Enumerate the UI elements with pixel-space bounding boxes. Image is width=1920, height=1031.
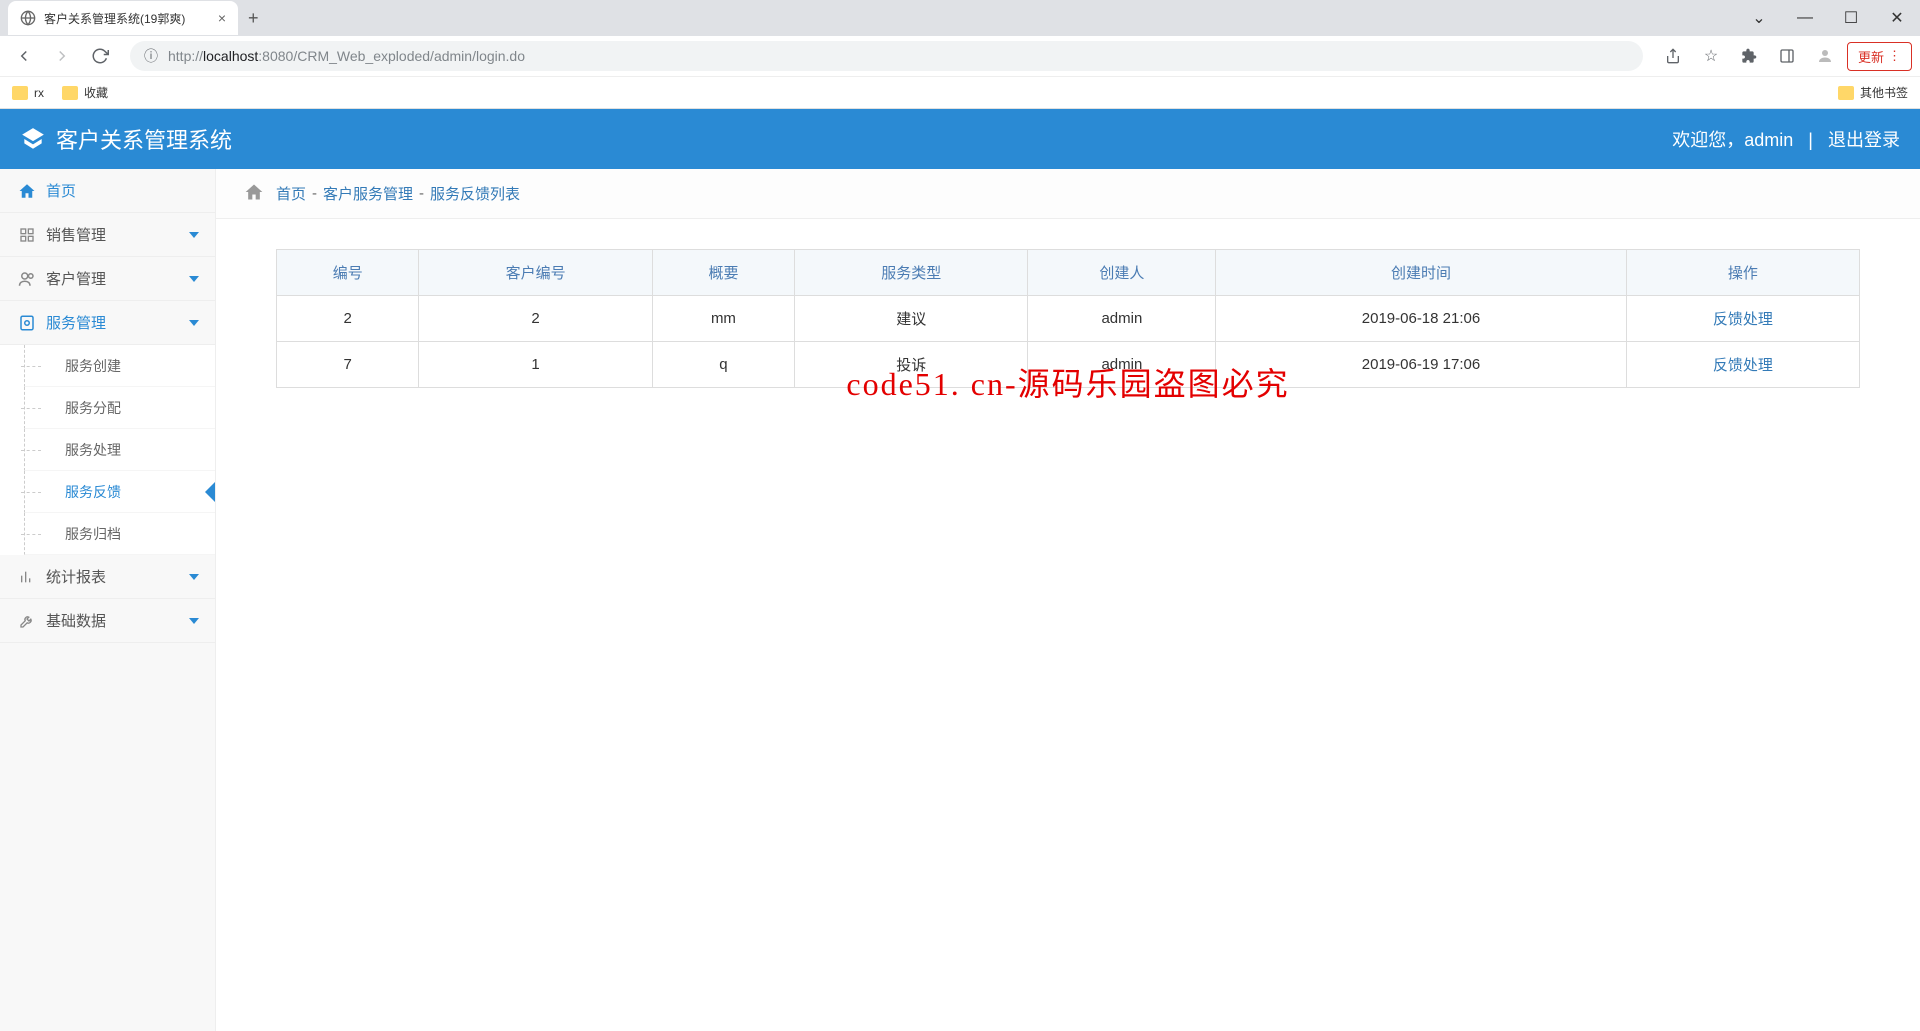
browser-chrome: 客户关系管理系统(19郭爽) × + ⌄ — ☐ ✕ ⓘ http://loca… [0,0,1920,109]
sub-item-create[interactable]: 服务创建 [24,345,215,387]
maximize-button[interactable]: ☐ [1828,0,1874,36]
service-submenu: 服务创建 服务分配 服务处理 服务反馈 服务归档 [0,345,215,555]
extensions-icon[interactable] [1733,40,1765,72]
share-icon[interactable] [1657,40,1689,72]
bookmark-favorites[interactable]: 收藏 [62,84,108,101]
url-bar[interactable]: ⓘ http://localhost:8080/CRM_Web_exploded… [130,41,1643,71]
cell-action: 反馈处理 [1626,342,1859,388]
table-header-row: 编号 客户编号 概要 服务类型 创建人 创建时间 操作 [277,250,1860,296]
username: admin [1744,130,1793,150]
sub-item-process[interactable]: 服务处理 [24,429,215,471]
chevron-down-icon [189,232,199,238]
chevron-down-icon [189,574,199,580]
sidebar-item-basic[interactable]: 基础数据 [0,599,215,643]
breadcrumb-page[interactable]: 服务反馈列表 [430,183,520,204]
reload-button[interactable] [84,40,116,72]
th-action: 操作 [1626,250,1859,296]
tools-icon [16,613,38,629]
minimize-button[interactable]: — [1782,0,1828,36]
cell-creator: admin [1028,296,1216,342]
browser-tab[interactable]: 客户关系管理系统(19郭爽) × [8,1,238,35]
sub-item-assign[interactable]: 服务分配 [24,387,215,429]
sidebar: 首页 销售管理 客户管理 服务管理 服务创建 服务分配 服务处理 服务反馈 服务… [0,169,216,1031]
feedback-action-link[interactable]: 反馈处理 [1713,357,1773,374]
chevron-down-icon [189,276,199,282]
breadcrumb-home[interactable]: 首页 [276,183,306,204]
sub-item-archive[interactable]: 服务归档 [24,513,215,555]
chevron-down-icon [189,320,199,326]
logo-icon [20,126,46,152]
sidebar-item-stats[interactable]: 统计报表 [0,555,215,599]
nav-bar: ⓘ http://localhost:8080/CRM_Web_exploded… [0,36,1920,76]
sub-item-feedback[interactable]: 服务反馈 [24,471,215,513]
star-icon[interactable]: ☆ [1695,40,1727,72]
app-logo: 客户关系管理系统 [20,123,232,155]
table-row: 22mm建议admin2019-06-18 21:06反馈处理 [277,296,1860,342]
close-window-button[interactable]: ✕ [1874,0,1920,36]
other-bookmarks[interactable]: 其他书签 [1838,84,1908,101]
profile-icon[interactable] [1809,40,1841,72]
update-button[interactable]: 更新⋮ [1847,42,1912,71]
breadcrumb: 首页 - 客户服务管理 - 服务反馈列表 [216,169,1920,219]
logout-link[interactable]: 退出登录 [1828,130,1900,150]
th-id: 编号 [277,250,419,296]
cell-customer_id: 2 [419,296,652,342]
feedback-action-link[interactable]: 反馈处理 [1713,311,1773,328]
watermark-text: code51. cn-源码乐园盗图必究 [846,359,1289,405]
content-area: 首页 - 客户服务管理 - 服务反馈列表 编号 客户编号 概要 服务类型 创建人… [216,169,1920,1031]
sidebar-item-customer[interactable]: 客户管理 [0,257,215,301]
chart-icon [16,569,38,585]
sidebar-item-home[interactable]: 首页 [0,169,215,213]
dropdown-icon[interactable]: ⌄ [1736,0,1782,36]
home-icon [16,182,38,200]
home-icon [244,182,264,206]
url-text: http://localhost:8080/CRM_Web_exploded/a… [168,48,525,64]
cell-customer_id: 1 [419,342,652,388]
th-summary: 概要 [652,250,794,296]
sidebar-item-sales[interactable]: 销售管理 [0,213,215,257]
grid-icon [16,227,38,243]
cell-type: 建议 [795,296,1028,342]
users-icon [16,270,38,288]
header-right: 欢迎您，admin | 退出登录 [1672,126,1900,152]
bookmark-rx[interactable]: rx [12,86,44,100]
cell-summary: mm [652,296,794,342]
tab-close-icon[interactable]: × [218,10,226,26]
cell-created_at: 2019-06-18 21:06 [1216,296,1626,342]
cell-id: 2 [277,296,419,342]
info-icon: ⓘ [144,46,158,66]
globe-icon [20,10,36,26]
th-creator: 创建人 [1028,250,1216,296]
back-button[interactable] [8,40,40,72]
cell-id: 7 [277,342,419,388]
breadcrumb-section[interactable]: 客户服务管理 [323,183,413,204]
tab-bar: 客户关系管理系统(19郭爽) × + ⌄ — ☐ ✕ [0,0,1920,36]
forward-button[interactable] [46,40,78,72]
th-type: 服务类型 [795,250,1028,296]
new-tab-button[interactable]: + [248,8,259,29]
chevron-down-icon [189,618,199,624]
cell-action: 反馈处理 [1626,296,1859,342]
bookmark-bar: rx 收藏 其他书签 [0,76,1920,108]
panel-icon[interactable] [1771,40,1803,72]
app-header: 客户关系管理系统 欢迎您，admin | 退出登录 [0,109,1920,169]
tab-title: 客户关系管理系统(19郭爽) [44,10,185,27]
app-title: 客户关系管理系统 [56,123,232,155]
th-customer-id: 客户编号 [419,250,652,296]
th-created-at: 创建时间 [1216,250,1626,296]
service-icon [16,314,38,332]
welcome-text: 欢迎您， [1672,130,1744,150]
sidebar-item-service[interactable]: 服务管理 [0,301,215,345]
cell-summary: q [652,342,794,388]
